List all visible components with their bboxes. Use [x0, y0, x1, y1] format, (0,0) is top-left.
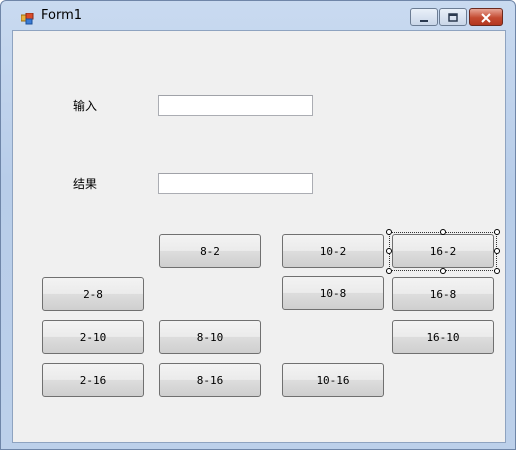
button-2-to-16[interactable]: 2-16	[42, 363, 144, 397]
minimize-button[interactable]	[410, 8, 438, 26]
close-button[interactable]	[469, 8, 503, 26]
resize-handle-top[interactable]	[440, 229, 446, 235]
maximize-button[interactable]	[439, 8, 467, 26]
button-10-to-2[interactable]: 10-2	[282, 234, 384, 268]
button-2-to-10[interactable]: 2-10	[42, 320, 144, 354]
maximize-icon	[447, 8, 459, 27]
resize-handle-bottom[interactable]	[440, 268, 446, 274]
result-label: 结果	[73, 177, 98, 191]
button-10-to-16[interactable]: 10-16	[282, 363, 384, 397]
button-8-to-16[interactable]: 8-16	[159, 363, 261, 397]
resize-handle-top-left[interactable]	[386, 229, 392, 235]
result-field[interactable]	[158, 173, 313, 194]
button-16-to-8[interactable]: 16-8	[392, 277, 494, 311]
resize-handle-left[interactable]	[386, 248, 392, 254]
window-title: Form1	[41, 8, 83, 23]
button-8-to-2[interactable]: 8-2	[159, 234, 261, 268]
button-16-to-2[interactable]: 16-2	[392, 234, 494, 268]
input-field[interactable]	[158, 95, 313, 116]
form-app-icon	[20, 10, 35, 25]
button-16-to-10[interactable]: 16-10	[392, 320, 494, 354]
resize-handle-bottom-right[interactable]	[494, 268, 500, 274]
title-bar[interactable]: Form1	[1, 1, 515, 29]
close-icon	[480, 8, 492, 27]
button-8-to-10[interactable]: 8-10	[159, 320, 261, 354]
button-10-to-8[interactable]: 10-8	[282, 276, 384, 310]
button-2-to-8[interactable]: 2-8	[42, 277, 144, 311]
resize-handle-right[interactable]	[494, 248, 500, 254]
resize-handle-bottom-left[interactable]	[386, 268, 392, 274]
minimize-icon	[418, 8, 430, 27]
input-label: 输入	[73, 99, 98, 113]
resize-handle-top-right[interactable]	[494, 229, 500, 235]
